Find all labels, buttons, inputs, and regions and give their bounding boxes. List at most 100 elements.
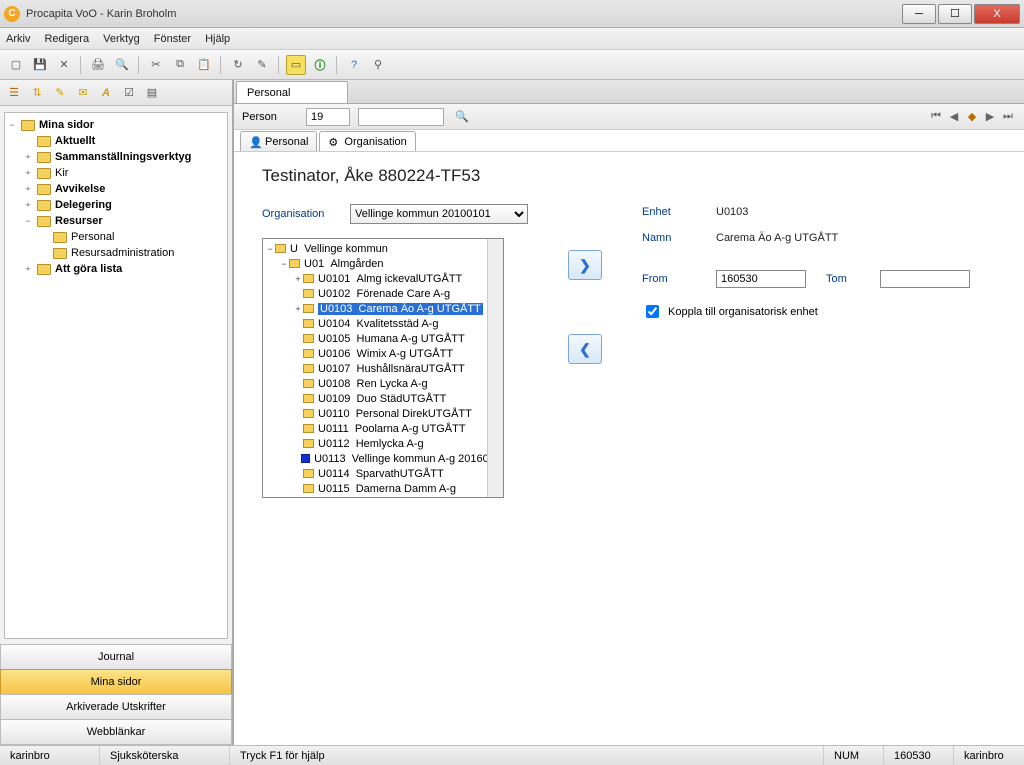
- menu-redigera[interactable]: Redigera: [44, 33, 89, 45]
- sidebar-item[interactable]: Resursadministration: [7, 245, 225, 261]
- tree-root[interactable]: − Mina sidor: [7, 117, 225, 133]
- lt-icon1[interactable]: ☰: [4, 83, 24, 103]
- org-unit-row[interactable]: U0116 Ugglans hemhjälp A-g: [265, 496, 501, 498]
- folder-icon: [303, 379, 314, 388]
- subtab-personal[interactable]: 👤 Personal: [240, 131, 317, 151]
- nav-webblankar[interactable]: Webblänkar: [0, 719, 232, 745]
- assign-left-button[interactable]: ❮: [568, 334, 602, 364]
- new-icon[interactable]: ▢: [6, 55, 26, 75]
- nav-first-icon[interactable]: ⏮: [928, 110, 944, 123]
- nav-next-icon[interactable]: ▶: [982, 110, 998, 123]
- copy-icon[interactable]: ⧉: [170, 55, 190, 75]
- person-label: Person: [242, 111, 298, 123]
- cut-icon[interactable]: ✂: [146, 55, 166, 75]
- org-unit-row[interactable]: U0113 Vellinge kommun A-g 2016053: [265, 451, 501, 466]
- assign-right-button[interactable]: ❯: [568, 250, 602, 280]
- refresh-icon[interactable]: ↻: [228, 55, 248, 75]
- folder-icon: [37, 136, 51, 147]
- maximize-button[interactable]: ☐: [938, 4, 972, 24]
- org-unit-row[interactable]: U0114 SparvathUTGÅTT: [265, 466, 501, 481]
- menu-arkiv[interactable]: Arkiv: [6, 33, 30, 45]
- folder-icon: [53, 232, 67, 243]
- org-unit-row[interactable]: +U0103 Carema Äo A-g UTGÅTT: [265, 301, 501, 316]
- sidebar-item[interactable]: +Att göra lista: [7, 261, 225, 277]
- nav-prev-icon[interactable]: ◀: [946, 110, 962, 123]
- close-button[interactable]: X: [974, 4, 1020, 24]
- tool2-icon[interactable]: ⚲: [368, 55, 388, 75]
- person-id-input[interactable]: [306, 108, 350, 126]
- person-value-input[interactable]: [358, 108, 444, 126]
- delete-icon[interactable]: ✕: [54, 55, 74, 75]
- org-unit-row[interactable]: U0104 Kvalitetsstäd A-g: [265, 316, 501, 331]
- org-unit-row[interactable]: U0111 Poolarna A-g UTGÅTT: [265, 421, 501, 436]
- record-nav: ⏮ ◀ ◆ ▶ ⏭: [928, 110, 1016, 123]
- person-icon: 👤: [249, 136, 261, 148]
- folder-icon: [53, 248, 67, 259]
- nav-journal[interactable]: Journal: [0, 644, 232, 670]
- lt-icon6[interactable]: ☑: [119, 83, 139, 103]
- tab-personal[interactable]: Personal: [236, 81, 348, 103]
- highlight-icon[interactable]: ▭: [286, 55, 306, 75]
- org-unit-row[interactable]: +U0101 Almg ickevalUTGÅTT: [265, 271, 501, 286]
- org-tree[interactable]: − U Vellinge kommun − U01 Almgården +U01…: [262, 238, 504, 498]
- print-icon[interactable]: 🖨: [88, 55, 108, 75]
- nav-last-icon[interactable]: ⏭: [1000, 110, 1016, 123]
- folder-icon: [303, 304, 314, 313]
- namn-value: Carema Äo A-g UTGÅTT: [716, 232, 838, 244]
- subtab-organisation[interactable]: ⚙ Organisation: [319, 131, 415, 151]
- sidebar-item[interactable]: +Kir: [7, 165, 225, 181]
- folder-icon: [301, 454, 310, 463]
- person-search-icon[interactable]: 🔍: [452, 108, 472, 126]
- org-unit-row[interactable]: U0105 Humana A-g UTGÅTT: [265, 331, 501, 346]
- org-unit-row[interactable]: U0112 Hemlycka A-g: [265, 436, 501, 451]
- org-icon: ⚙: [328, 136, 340, 148]
- sidebar-item[interactable]: −Resurser: [7, 213, 225, 229]
- tom-input[interactable]: [880, 270, 970, 288]
- menubar: Arkiv Redigera Verktyg Fönster Hjälp: [0, 28, 1024, 50]
- koppla-checkbox[interactable]: [646, 305, 659, 318]
- sidebar-item[interactable]: +Sammanställningsverktyg: [7, 149, 225, 165]
- tool-icon[interactable]: ✎: [252, 55, 272, 75]
- lt-icon4[interactable]: ✉: [73, 83, 93, 103]
- org-unit-row[interactable]: U0115 Damerna Damm A-g: [265, 481, 501, 496]
- nav-mid-icon[interactable]: ◆: [964, 110, 980, 123]
- sidebar-item[interactable]: Personal: [7, 229, 225, 245]
- organisation-combo[interactable]: Vellinge kommun 20100101: [350, 204, 528, 224]
- sidebar-item[interactable]: Aktuellt: [7, 133, 225, 149]
- menu-fonster[interactable]: Fönster: [154, 33, 191, 45]
- enhet-label: Enhet: [642, 206, 696, 218]
- from-label: From: [642, 273, 696, 285]
- lt-icon7[interactable]: ▤: [142, 83, 162, 103]
- left-panel: ☰ ⇅ ✎ ✉ A ☑ ▤ − Mina sidor Aktuellt+Samm…: [0, 80, 234, 745]
- lt-icon2[interactable]: ⇅: [27, 83, 47, 103]
- save-icon[interactable]: 💾: [30, 55, 50, 75]
- scrollbar[interactable]: [487, 239, 503, 497]
- nav-mina-sidor[interactable]: Mina sidor: [0, 669, 232, 695]
- info-icon[interactable]: ⓘ: [310, 55, 330, 75]
- folder-icon: [275, 244, 286, 253]
- lt-icon5[interactable]: A: [96, 83, 116, 103]
- org-unit-row[interactable]: U0108 Ren Lycka A-g: [265, 376, 501, 391]
- sidebar-tree[interactable]: − Mina sidor Aktuellt+Sammanställningsve…: [4, 112, 228, 639]
- menu-verktyg[interactable]: Verktyg: [103, 33, 140, 45]
- from-input[interactable]: [716, 270, 806, 288]
- lt-icon3[interactable]: ✎: [50, 83, 70, 103]
- folder-icon: [37, 152, 51, 163]
- org-unit-row[interactable]: U0107 HushållsnäraUTGÅTT: [265, 361, 501, 376]
- org-unit-row[interactable]: U0110 Personal DirekUTGÅTT: [265, 406, 501, 421]
- org-unit-row[interactable]: U0106 Wimix A-g UTGÅTT: [265, 346, 501, 361]
- folder-icon: [303, 349, 314, 358]
- org-unit-row[interactable]: U0102 Förenade Care A-g: [265, 286, 501, 301]
- menu-hjalp[interactable]: Hjälp: [205, 33, 230, 45]
- separator: [278, 56, 280, 74]
- preview-icon[interactable]: 🔍: [112, 55, 132, 75]
- org-unit-row[interactable]: U0109 Duo StädUTGÅTT: [265, 391, 501, 406]
- namn-label: Namn: [642, 232, 696, 244]
- sidebar-item[interactable]: +Delegering: [7, 197, 225, 213]
- folder-icon: [37, 200, 51, 211]
- paste-icon[interactable]: 📋: [194, 55, 214, 75]
- nav-arkiverade[interactable]: Arkiverade Utskrifter: [0, 694, 232, 720]
- sidebar-item[interactable]: +Avvikelse: [7, 181, 225, 197]
- minimize-button[interactable]: ─: [902, 4, 936, 24]
- help-icon[interactable]: ?: [344, 55, 364, 75]
